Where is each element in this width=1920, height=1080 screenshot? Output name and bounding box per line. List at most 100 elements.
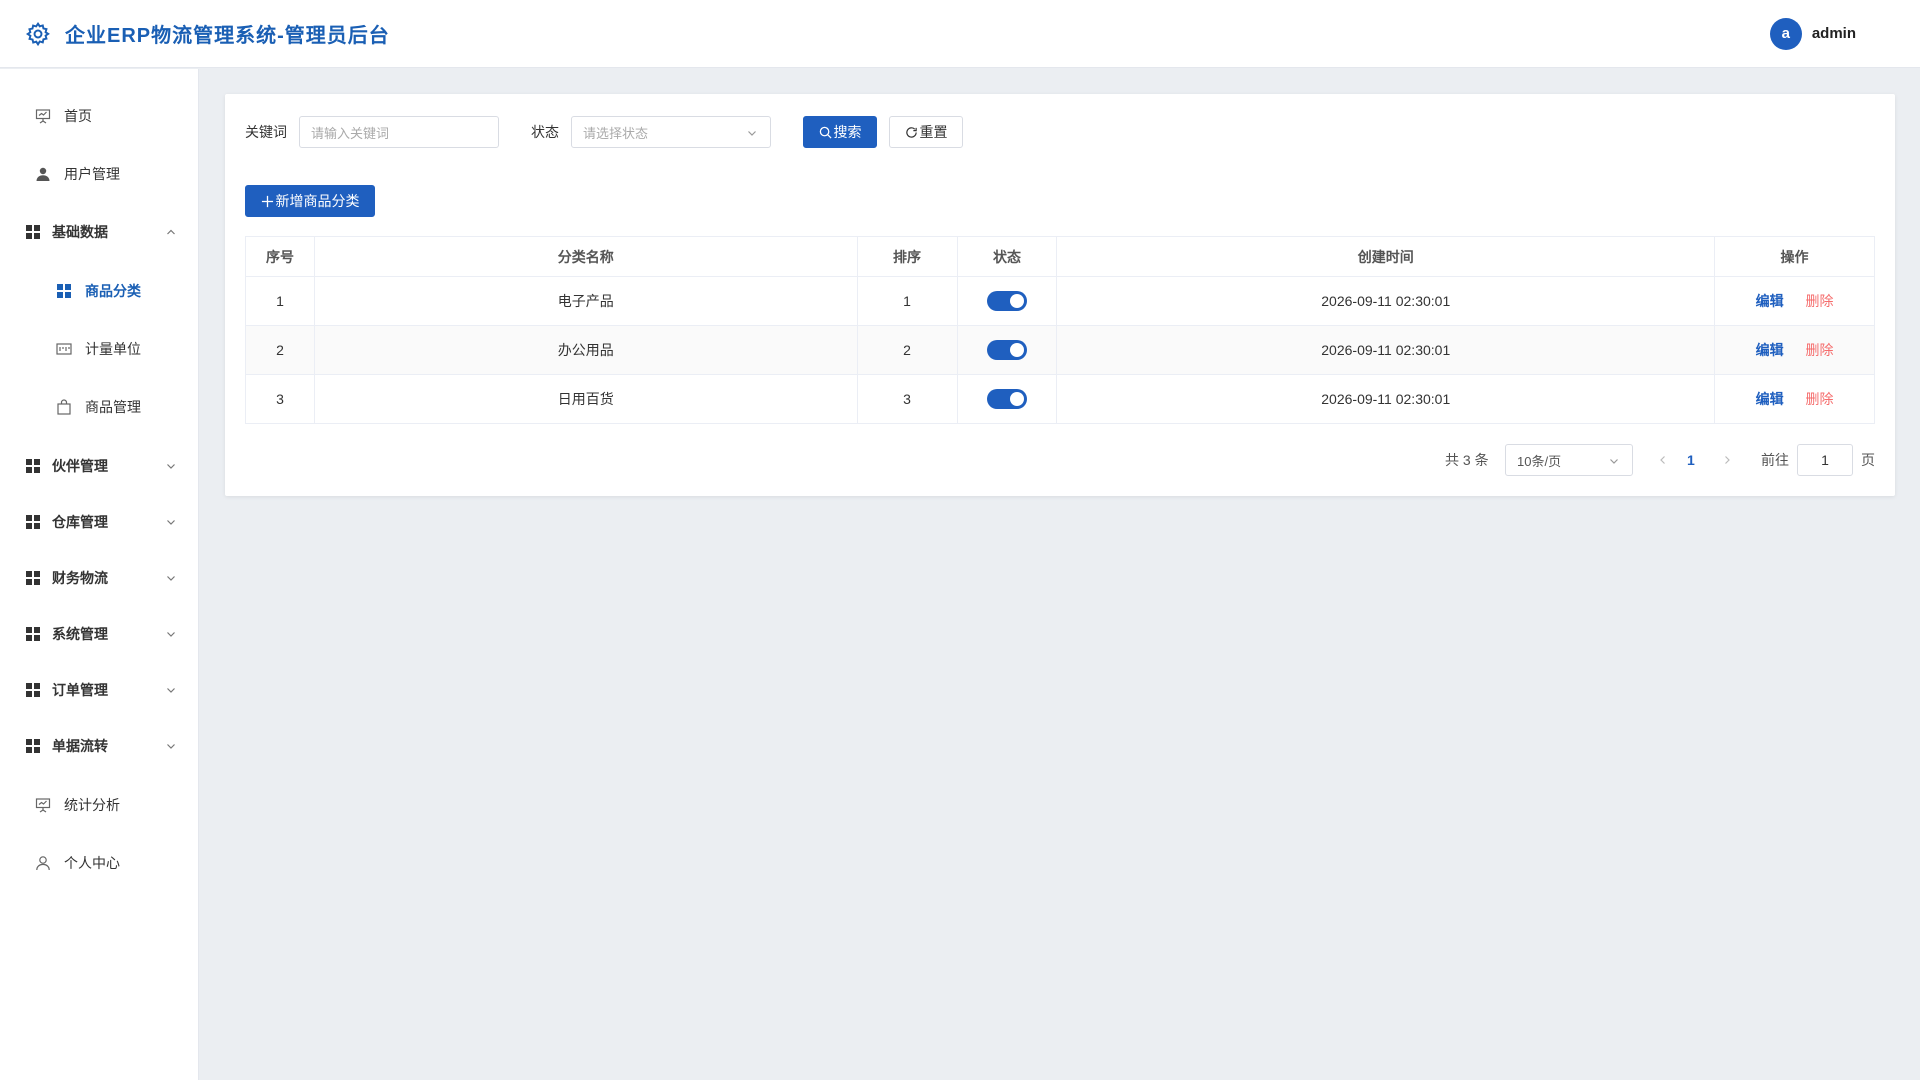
column-header[interactable]: 序号 (245, 236, 315, 277)
page-suffix: 页 (1861, 452, 1875, 468)
current-page[interactable]: 1 (1687, 444, 1695, 476)
status-placeholder: 请选择状态 (583, 125, 649, 141)
column-header[interactable]: 状态 (956, 236, 1058, 277)
created-time: 2026-09-11 02:30:01 (1056, 276, 1716, 326)
keyword-placeholder: 请输入关键词 (311, 125, 390, 141)
sort-order: 1 (856, 276, 958, 326)
sidebar-item-product-category[interactable]: 商品分类 (0, 271, 199, 311)
table-row: 1 电子产品 1 2026-09-11 02:30:01 编辑 删除 (245, 276, 1875, 326)
edit-link[interactable]: 编辑 (1756, 293, 1784, 309)
category-name: 日用百货 (313, 374, 858, 424)
prev-page-icon[interactable] (1657, 454, 1669, 466)
content-card: 关键词 请输入关键词 状态 请选择状态 搜索 重置 新增商品分类 序号 分类名称… (225, 94, 1895, 496)
row-index: 3 (245, 374, 315, 424)
status-toggle[interactable] (986, 340, 1027, 360)
sidebar-item-home[interactable]: 首页 (0, 96, 199, 136)
created-time: 2026-09-11 02:30:01 (1056, 374, 1716, 424)
search-button-label: 搜索 (833, 124, 862, 140)
status-select[interactable]: 请选择状态 (571, 116, 771, 148)
goto-page-input[interactable]: 1 (1797, 444, 1853, 476)
sidebar-item-statistics[interactable]: 统计分析 (0, 785, 199, 825)
search-button[interactable]: 搜索 (803, 116, 877, 148)
chevron-down-icon (167, 632, 175, 637)
sidebar-item-unit[interactable]: 计量单位 (0, 329, 199, 369)
user-icon (34, 165, 52, 183)
sidebar-item-label: 计量单位 (85, 341, 141, 357)
delete-link[interactable]: 删除 (1805, 391, 1833, 407)
edit-link[interactable]: 编辑 (1756, 391, 1784, 407)
pagination-total: 共 3 条 (1445, 452, 1489, 468)
page-size-value: 10条/页 (1517, 453, 1562, 469)
delete-link[interactable]: 删除 (1805, 342, 1833, 358)
sidebar-group-basic-data[interactable]: 基础数据 (0, 212, 199, 252)
column-header[interactable]: 操作 (1714, 236, 1875, 277)
chevron-up-icon (167, 229, 175, 235)
column-header[interactable]: 排序 (856, 236, 958, 277)
sidebar-group-partners[interactable]: 伙伴管理 (0, 446, 199, 486)
user-outline-icon (34, 854, 52, 872)
table-header-row: 序号 分类名称 排序 状态 创建时间 操作 (245, 236, 1875, 277)
table-row: 3 日用百货 3 2026-09-11 02:30:01 编辑 删除 (245, 374, 1875, 424)
sidebar-group-system[interactable]: 系统管理 (0, 614, 199, 654)
chevron-down-icon (748, 131, 756, 136)
chevron-down-icon (167, 576, 175, 581)
sidebar-item-label: 仓库管理 (52, 514, 108, 530)
column-header[interactable]: 创建时间 (1056, 236, 1716, 277)
reset-button[interactable]: 重置 (889, 116, 963, 148)
avatar[interactable]: a (1769, 17, 1802, 50)
chevron-down-icon (1610, 459, 1618, 464)
sidebar-item-profile[interactable]: 个人中心 (0, 843, 199, 883)
gear-icon (25, 21, 50, 46)
sidebar-item-label: 单据流转 (52, 738, 108, 754)
plus-icon (261, 195, 273, 207)
goto-label: 前往 (1761, 452, 1789, 468)
delete-link[interactable]: 删除 (1805, 293, 1833, 309)
grid-icon (24, 737, 42, 755)
refresh-icon (905, 126, 917, 138)
status-toggle[interactable] (986, 389, 1027, 409)
add-category-button[interactable]: 新增商品分类 (245, 185, 375, 217)
sidebar-group-finance-logistics[interactable]: 财务物流 (0, 558, 199, 598)
category-table: 序号 分类名称 排序 状态 创建时间 操作 1 电子产品 1 2026-09-1… (245, 236, 1875, 424)
status-toggle[interactable] (986, 291, 1027, 311)
reset-button-label: 重置 (919, 124, 948, 140)
sidebar-item-users[interactable]: 用户管理 (0, 154, 199, 194)
category-name: 办公用品 (313, 325, 858, 375)
sidebar-item-label: 伙伴管理 (52, 458, 108, 474)
table-row: 2 办公用品 2 2026-09-11 02:30:01 编辑 删除 (245, 325, 1875, 375)
bag-icon (55, 398, 73, 416)
sidebar-item-label: 统计分析 (64, 797, 120, 813)
chevron-down-icon (167, 688, 175, 693)
sidebar-item-label: 基础数据 (52, 224, 108, 240)
sidebar-item-label: 用户管理 (64, 166, 120, 182)
sidebar-item-label: 商品管理 (85, 399, 141, 415)
sort-order: 3 (856, 374, 958, 424)
user-menu[interactable]: a admin (1769, 17, 1856, 50)
grid-icon (24, 681, 42, 699)
sidebar-item-label: 个人中心 (64, 855, 120, 871)
username[interactable]: admin (1812, 25, 1856, 42)
sidebar-item-label: 财务物流 (52, 570, 108, 586)
sidebar: 首页 用户管理 基础数据 商品分类 计量单位 商品管理 伙伴管理 仓库管理 财务… (0, 69, 199, 1080)
column-header[interactable]: 分类名称 (313, 236, 858, 277)
sidebar-group-document-flow[interactable]: 单据流转 (0, 726, 199, 766)
sidebar-item-label: 订单管理 (52, 682, 108, 698)
keyword-input[interactable]: 请输入关键词 (299, 116, 499, 148)
sidebar-item-products[interactable]: 商品管理 (0, 387, 199, 427)
sidebar-item-label: 首页 (64, 108, 92, 124)
chevron-down-icon (167, 520, 175, 525)
grid-icon (55, 282, 73, 300)
edit-link[interactable]: 编辑 (1756, 342, 1784, 358)
status-label: 状态 (531, 124, 559, 140)
top-header: 企业ERP物流管理系统-管理员后台 a admin (0, 0, 1920, 68)
presentation-icon (34, 107, 52, 125)
next-page-icon[interactable] (1721, 454, 1733, 466)
sort-order: 2 (856, 325, 958, 375)
keyword-label: 关键词 (245, 124, 287, 140)
row-index: 1 (245, 276, 315, 326)
page-size-select[interactable]: 10条/页 (1505, 444, 1633, 476)
chevron-down-icon (167, 464, 175, 469)
sidebar-group-warehouse[interactable]: 仓库管理 (0, 502, 199, 542)
grid-icon (24, 569, 42, 587)
sidebar-group-orders[interactable]: 订单管理 (0, 670, 199, 710)
